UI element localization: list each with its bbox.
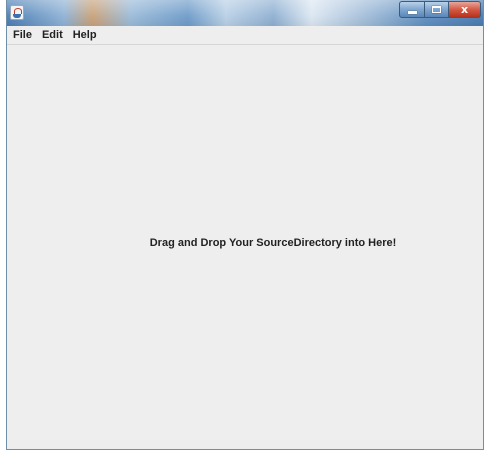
menu-edit[interactable]: Edit (37, 26, 68, 44)
java-app-icon[interactable] (10, 5, 24, 20)
menu-file[interactable]: File (7, 26, 37, 44)
maximize-icon (432, 6, 441, 13)
menu-bar: File Edit Help (7, 26, 483, 45)
app-window: x File Edit Help Drag and Drop Your Sour… (6, 0, 484, 450)
maximize-button[interactable] (424, 1, 449, 18)
minimize-icon (407, 11, 417, 14)
close-icon: x (460, 3, 469, 16)
drop-target-area[interactable]: Drag and Drop Your SourceDirectory into … (7, 45, 483, 449)
minimize-button[interactable] (399, 1, 425, 18)
drop-instruction-label: Drag and Drop Your SourceDirectory into … (149, 237, 397, 249)
menu-help[interactable]: Help (68, 26, 102, 44)
title-bar[interactable]: x (7, 0, 483, 26)
close-button[interactable]: x (448, 1, 481, 18)
